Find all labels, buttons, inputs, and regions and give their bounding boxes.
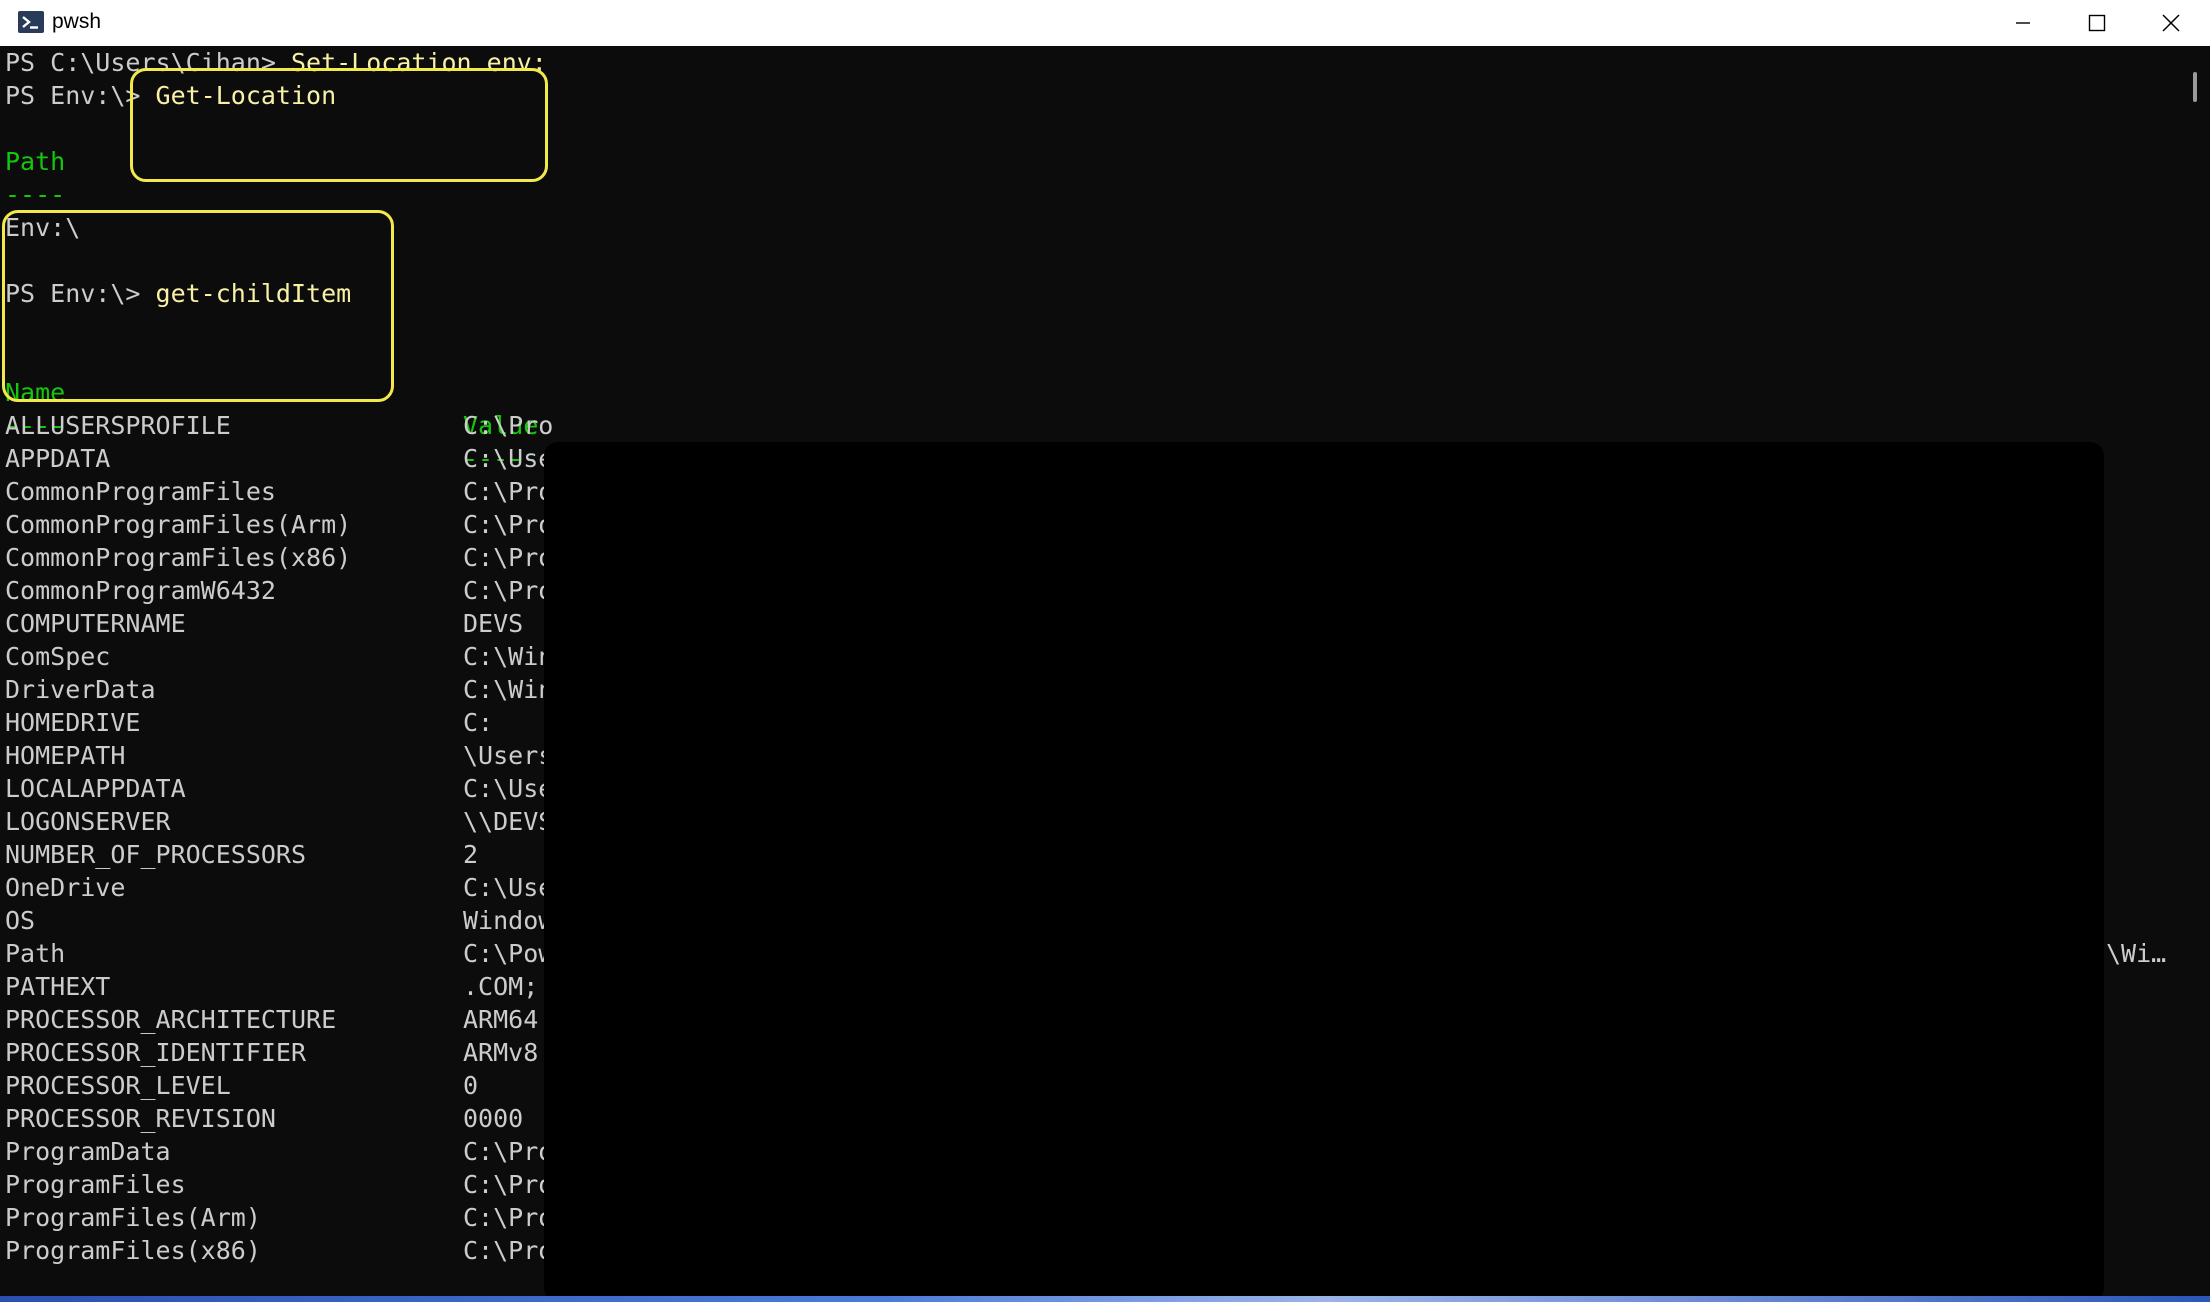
maximize-button[interactable] [2060, 0, 2134, 46]
env-var-value: C:\Win [463, 642, 554, 671]
env-var-name: PATHEXT [5, 972, 111, 1001]
env-var-name: OneDrive [5, 873, 126, 902]
env-var-value: C:\Pro [463, 1170, 554, 1199]
env-var-name: ProgramFiles [5, 1170, 186, 1199]
env-var-value: C:\Use [463, 444, 554, 473]
env-var-name: HOMEPATH [5, 741, 126, 770]
env-var-name: Path [5, 939, 66, 968]
env-var-value: 0 [463, 1071, 479, 1100]
env-var-name: ProgramData [5, 1137, 171, 1166]
desktop-background [0, 1296, 2210, 1302]
path-overflow-text: \Wi… [2106, 939, 2167, 968]
title-bar[interactable]: pwsh [0, 0, 2210, 46]
redaction-overlay [544, 442, 2104, 1296]
env-var-name: PROCESSOR_REVISION [5, 1104, 276, 1133]
env-var-name: PROCESSOR_LEVEL [5, 1071, 231, 1100]
env-var-value: ARMv8 [463, 1038, 539, 1067]
env-var-name: ALLUSERSPROFILE [5, 411, 231, 440]
env-var-value: \Users [463, 741, 554, 770]
env-var-value: ARM64 [463, 1005, 539, 1034]
command-text: Set-Location env: [290, 48, 547, 77]
env-var-value: \\DEVS [463, 807, 554, 836]
env-var-value: Window [463, 906, 554, 935]
env-var-name: LOGONSERVER [5, 807, 171, 836]
env-var-name: CommonProgramW6432 [5, 576, 276, 605]
env-var-value: C:\Pro [463, 411, 554, 440]
env-var-value: C:\Pow [463, 939, 554, 968]
env-var-value: C:\Use [463, 873, 554, 902]
env-var-name: CommonProgramFiles(x86) [5, 543, 352, 572]
env-var-name: ProgramFiles(Arm) [5, 1203, 261, 1232]
env-var-name: PROCESSOR_IDENTIFIER [5, 1038, 307, 1067]
env-var-value: C:\Pro [463, 1137, 554, 1166]
command-text: get-childItem [155, 279, 352, 308]
minimize-button[interactable] [1986, 0, 2060, 46]
prompt-line: PS C:\Users\Cihan> Set-Location env: [5, 46, 547, 79]
env-var-value: .COM; [463, 972, 539, 1001]
env-var-value: 2 [463, 840, 479, 869]
close-button[interactable] [2134, 0, 2208, 46]
env-var-value: C:\Use [463, 774, 554, 803]
window-title: pwsh [52, 10, 102, 33]
table-header: Name Value [0, 343, 2180, 440]
prompt-line: PS Env:\> get-childItem [5, 277, 351, 310]
env-var-value: DEVS [463, 609, 524, 638]
env-var-value: C: [463, 708, 494, 737]
terminal-output[interactable]: PS C:\Users\Cihan> Set-Location env: PS … [0, 46, 2180, 1296]
env-var-name: ProgramFiles(x86) [5, 1236, 261, 1265]
env-var-value: C:\Pro [463, 477, 554, 506]
scrollbar-thumb[interactable] [2193, 72, 2197, 102]
env-var-name: ComSpec [5, 642, 111, 671]
prompt: PS Env:\> [5, 81, 156, 110]
env-var-name: CommonProgramFiles(Arm) [5, 510, 352, 539]
env-var-value: C:\Pro [463, 576, 554, 605]
prompt: PS Env:\> [5, 279, 156, 308]
env-var-value: C:\Win [463, 675, 554, 704]
env-var-name: NUMBER_OF_PROCESSORS [5, 840, 307, 869]
env-var-name: OS [5, 906, 36, 935]
minimize-icon [2015, 15, 2031, 31]
powershell-window: pwsh PS C:\Users\Cihan> Set-Location env… [0, 0, 2210, 1296]
env-var-value: C:\Pro [463, 1203, 554, 1232]
maximize-icon [2088, 14, 2106, 32]
vertical-scrollbar[interactable] [2180, 46, 2210, 1296]
env-var-name: HOMEDRIVE [5, 708, 141, 737]
command-text: Get-Location [155, 81, 337, 110]
table-header-underline: ---- ----- [0, 376, 2180, 473]
env-var-value: C:\Pro [463, 510, 554, 539]
path-value: Env:\ [5, 213, 81, 242]
table-row: ALLUSERSPROFILE C:\Pro [0, 409, 2180, 442]
close-icon [2162, 14, 2180, 32]
env-var-name: COMPUTERNAME [5, 609, 186, 638]
path-header: Path [5, 147, 66, 176]
env-var-name: PROCESSOR_ARCHITECTURE [5, 1005, 337, 1034]
env-var-value: 0000 [463, 1104, 524, 1133]
env-var-name: APPDATA [5, 444, 111, 473]
powershell-icon [18, 11, 44, 33]
env-var-name: DriverData [5, 675, 156, 704]
path-underline: ---- [5, 180, 66, 209]
env-var-name: LOCALAPPDATA [5, 774, 186, 803]
env-var-value: C:\Pro [463, 543, 554, 572]
prompt-line: PS Env:\> Get-Location [5, 79, 336, 112]
env-var-name: CommonProgramFiles [5, 477, 276, 506]
prompt: PS C:\Users\Cihan> [5, 48, 291, 77]
